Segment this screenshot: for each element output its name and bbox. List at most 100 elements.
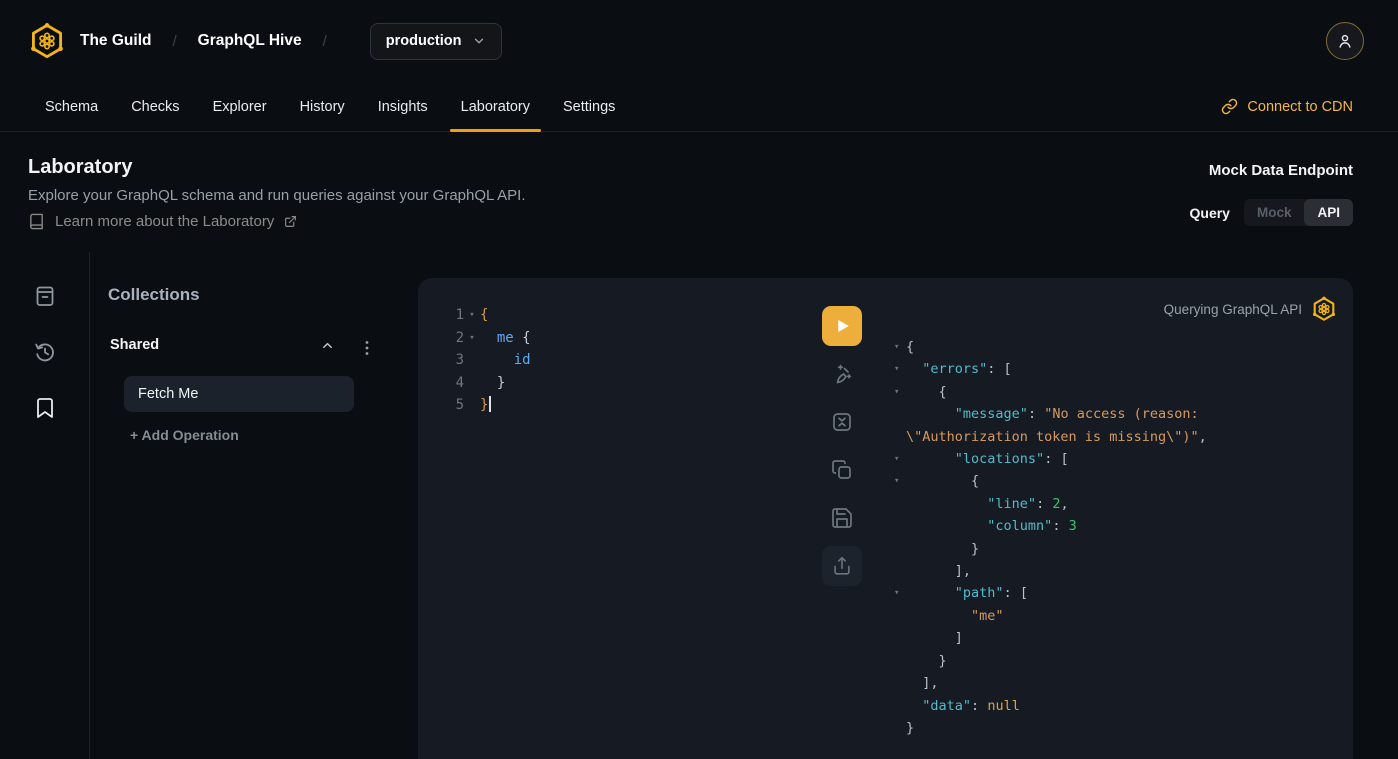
code-text: "locations": [ xyxy=(906,448,1069,470)
collection-group-label: Shared xyxy=(110,337,159,353)
tab-laboratory[interactable]: Laboratory xyxy=(450,82,541,131)
add-operation-button[interactable]: + Add Operation xyxy=(130,427,239,443)
code-text: \"Authorization token is missing\")", xyxy=(906,426,1207,448)
app-root: { "header": { "org": "The Guild", "proje… xyxy=(0,0,1398,759)
operation-item[interactable]: Fetch Me xyxy=(124,376,354,412)
code-text: "me" xyxy=(906,605,1004,627)
tab-settings[interactable]: Settings xyxy=(552,82,626,131)
collection-group-shared[interactable]: Shared xyxy=(110,337,335,353)
code-text: "column": 3 xyxy=(906,515,1077,537)
target-selector-button[interactable]: production xyxy=(370,23,503,60)
code-line: ▾ "path": [ xyxy=(892,582,1207,604)
tab-insights[interactable]: Insights xyxy=(367,82,439,131)
line-number: 4 xyxy=(442,372,464,395)
collection-menu-icon[interactable] xyxy=(360,339,374,357)
hive-logo-icon[interactable] xyxy=(28,22,66,60)
operations-list: Fetch Me xyxy=(124,376,354,412)
fold-gutter xyxy=(892,538,906,560)
prettify-icon[interactable] xyxy=(830,362,854,386)
page-subtitle: Explore your GraphQL schema and run quer… xyxy=(28,187,526,204)
merge-fragments-icon[interactable] xyxy=(830,410,854,434)
code-text: id xyxy=(480,349,531,372)
connect-to-cdn-button[interactable]: Connect to CDN xyxy=(1221,82,1353,131)
mock-endpoint-title: Mock Data Endpoint xyxy=(1209,162,1353,179)
response-status-label: Querying GraphQL API xyxy=(1164,302,1302,317)
endpoint-option-mock[interactable]: Mock xyxy=(1244,199,1305,226)
tab-history[interactable]: History xyxy=(289,82,356,131)
line-number: 2 xyxy=(442,327,464,350)
fold-arrow-icon[interactable]: ▾ xyxy=(464,327,480,350)
book-icon xyxy=(28,213,45,230)
code-line: ▾{ xyxy=(892,336,1207,358)
code-text: ], xyxy=(906,672,939,694)
endpoint-toggle-label: Query xyxy=(1190,205,1230,221)
endpoint-toggle-row: Query MockAPI xyxy=(1190,199,1354,226)
query-editor[interactable]: 1▾{2▾ me {3 id4 }5} xyxy=(442,304,531,417)
code-line: ], xyxy=(892,672,1207,694)
code-line: 3 id xyxy=(442,349,531,372)
code-line: \"Authorization token is missing\")", xyxy=(892,426,1207,448)
learn-more-label: Learn more about the Laboratory xyxy=(55,213,274,230)
fold-gutter xyxy=(892,493,906,515)
fold-arrow-icon[interactable]: ▾ xyxy=(464,304,480,327)
lab-sidebar xyxy=(0,252,90,759)
fold-arrow-icon[interactable]: ▾ xyxy=(892,381,906,403)
connect-to-cdn-label: Connect to CDN xyxy=(1247,99,1353,115)
breadcrumb-org[interactable]: The Guild xyxy=(80,32,151,50)
docs-icon[interactable] xyxy=(33,284,57,308)
history-icon[interactable] xyxy=(33,340,57,364)
code-line: ▾ { xyxy=(892,381,1207,403)
endpoint-option-api[interactable]: API xyxy=(1304,199,1353,226)
collections-panel: Collections Shared Fetch Me + Add Operat… xyxy=(90,252,418,759)
laboratory-workspace: Collections Shared Fetch Me + Add Operat… xyxy=(0,252,1398,759)
code-line: 5} xyxy=(442,394,531,417)
copy-query-icon[interactable] xyxy=(830,458,854,482)
code-line: ▾ "errors": [ xyxy=(892,358,1207,380)
fold-arrow-icon[interactable]: ▾ xyxy=(892,582,906,604)
code-line: ], xyxy=(892,560,1207,582)
code-line: "column": 3 xyxy=(892,515,1207,537)
link-icon xyxy=(1221,98,1238,115)
fold-gutter xyxy=(892,403,906,425)
response-viewer: ▾{▾ "errors": [▾ { "message": "No access… xyxy=(892,336,1207,739)
fold-gutter xyxy=(892,650,906,672)
fold-arrow-icon[interactable]: ▾ xyxy=(892,448,906,470)
code-line: } xyxy=(892,538,1207,560)
fold-gutter xyxy=(892,515,906,537)
code-text: "message": "No access (reason: xyxy=(906,403,1199,425)
breadcrumb-separator: / xyxy=(323,33,327,50)
bookmark-icon[interactable] xyxy=(33,396,57,420)
tab-checks[interactable]: Checks xyxy=(120,82,190,131)
learn-more-link[interactable]: Learn more about the Laboratory xyxy=(28,213,297,230)
graphiql-editor-panel: 1▾{2▾ me {3 id4 }5} xyxy=(418,278,1353,759)
execute-query-button[interactable] xyxy=(822,306,862,346)
code-line: 1▾{ xyxy=(442,304,531,327)
save-operation-icon[interactable] xyxy=(830,506,854,530)
line-number: 5 xyxy=(442,394,464,417)
code-text: ] xyxy=(906,627,963,649)
user-icon xyxy=(1336,32,1354,50)
fold-gutter xyxy=(892,605,906,627)
page-title: Laboratory xyxy=(28,156,132,179)
line-number: 3 xyxy=(442,349,464,372)
chevron-down-icon xyxy=(472,34,486,48)
tab-explorer[interactable]: Explorer xyxy=(202,82,278,131)
breadcrumb-project[interactable]: GraphQL Hive xyxy=(198,32,302,50)
code-text: "errors": [ xyxy=(906,358,1012,380)
user-avatar[interactable] xyxy=(1326,22,1364,60)
share-operation-button[interactable] xyxy=(822,546,862,586)
code-text: { xyxy=(906,470,979,492)
response-status: Querying GraphQL API xyxy=(1164,296,1337,322)
hive-logo-icon xyxy=(1311,296,1337,322)
code-text: } xyxy=(906,650,947,672)
fold-arrow-icon[interactable]: ▾ xyxy=(892,470,906,492)
code-line: } xyxy=(892,650,1207,672)
fold-arrow-icon[interactable]: ▾ xyxy=(892,336,906,358)
code-line: "line": 2, xyxy=(892,493,1207,515)
tab-schema[interactable]: Schema xyxy=(34,82,109,131)
code-text: { xyxy=(906,336,914,358)
fold-gutter xyxy=(892,695,906,717)
chevron-up-icon[interactable] xyxy=(320,338,335,353)
fold-arrow-icon[interactable]: ▾ xyxy=(892,358,906,380)
fold-gutter xyxy=(892,560,906,582)
